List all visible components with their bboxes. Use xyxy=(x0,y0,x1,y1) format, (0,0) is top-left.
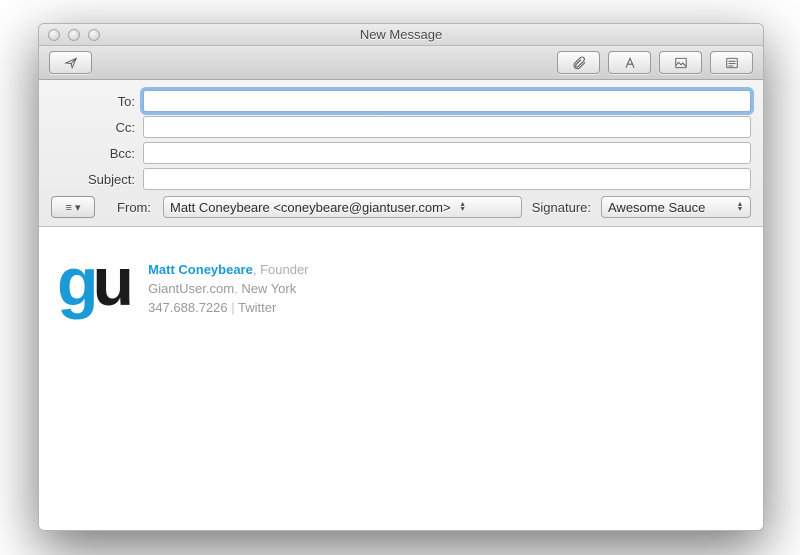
paper-plane-icon xyxy=(62,56,80,70)
signature-label: Signature: xyxy=(532,200,591,215)
signature-line-1: Matt Coneybeare, Founder xyxy=(148,261,308,280)
chevron-up-down-icon: ▲▼ xyxy=(459,202,467,212)
cc-label: Cc: xyxy=(51,120,143,135)
cc-input[interactable] xyxy=(143,116,751,138)
message-body[interactable]: g u Matt Coneybeare, Founder GiantUser.c… xyxy=(39,227,763,346)
bcc-input[interactable] xyxy=(143,142,751,164)
minimize-window-icon[interactable] xyxy=(68,29,80,41)
window-controls xyxy=(39,29,100,41)
toolbar xyxy=(39,46,763,80)
signature-line-2: GiantUser.com, New York xyxy=(148,280,308,299)
logo-letter-g: g xyxy=(57,255,93,309)
window-title: New Message xyxy=(39,27,763,42)
from-label: From: xyxy=(105,200,153,215)
photo-browser-button[interactable] xyxy=(659,51,702,74)
photo-icon xyxy=(673,56,689,70)
cc-row: Cc: xyxy=(51,116,751,138)
subject-row: Subject: xyxy=(51,168,751,190)
titlebar: New Message xyxy=(39,24,763,46)
bcc-row: Bcc: xyxy=(51,142,751,164)
signature-select[interactable]: Awesome Sauce ▲▼ xyxy=(601,196,751,218)
signature-site: GiantUser.com xyxy=(148,281,234,296)
signature-name: Matt Coneybeare xyxy=(148,262,253,277)
signature-title: Founder xyxy=(260,262,308,277)
close-window-icon[interactable] xyxy=(48,29,60,41)
signature-line-3: 347.688.7226 | Twitter xyxy=(148,299,308,318)
to-row: To: xyxy=(51,90,751,112)
stationery-button[interactable] xyxy=(710,51,753,74)
toolbar-right xyxy=(557,51,753,74)
signature-sep-3: | xyxy=(228,300,238,315)
signature-text: Matt Coneybeare, Founder GiantUser.com, … xyxy=(148,255,308,318)
from-value: Matt Coneybeare <coneybeare@giantuser.co… xyxy=(170,200,451,215)
signature-location: New York xyxy=(241,281,296,296)
bcc-label: Bcc: xyxy=(51,146,143,161)
logo-letter-u: u xyxy=(93,255,129,309)
attach-button[interactable] xyxy=(557,51,600,74)
signature-sep-1: , xyxy=(253,262,260,277)
compose-window: New Message To: Cc: xyxy=(38,23,764,531)
signature-twitter: Twitter xyxy=(238,300,276,315)
send-button[interactable] xyxy=(49,51,92,74)
subject-label: Subject: xyxy=(51,172,143,187)
zoom-window-icon[interactable] xyxy=(88,29,100,41)
format-button[interactable] xyxy=(608,51,651,74)
list-panel-icon xyxy=(724,56,740,70)
chevron-up-down-icon: ▲▼ xyxy=(736,202,744,212)
signature-phone: 347.688.7226 xyxy=(148,300,228,315)
to-input[interactable] xyxy=(143,90,751,112)
compose-headers: To: Cc: Bcc: Subject: ≡ ▾ From: Matt Con… xyxy=(39,80,763,227)
signature-logo: g u xyxy=(57,255,128,309)
to-label: To: xyxy=(51,94,143,109)
list-icon: ≡ ▾ xyxy=(66,201,81,214)
paperclip-icon xyxy=(571,55,587,71)
signature-value: Awesome Sauce xyxy=(608,200,705,215)
from-select[interactable]: Matt Coneybeare <coneybeare@giantuser.co… xyxy=(163,196,522,218)
from-row: ≡ ▾ From: Matt Coneybeare <coneybeare@gi… xyxy=(51,196,751,218)
subject-input[interactable] xyxy=(143,168,751,190)
header-options-button[interactable]: ≡ ▾ xyxy=(51,196,95,218)
font-icon xyxy=(622,56,638,70)
